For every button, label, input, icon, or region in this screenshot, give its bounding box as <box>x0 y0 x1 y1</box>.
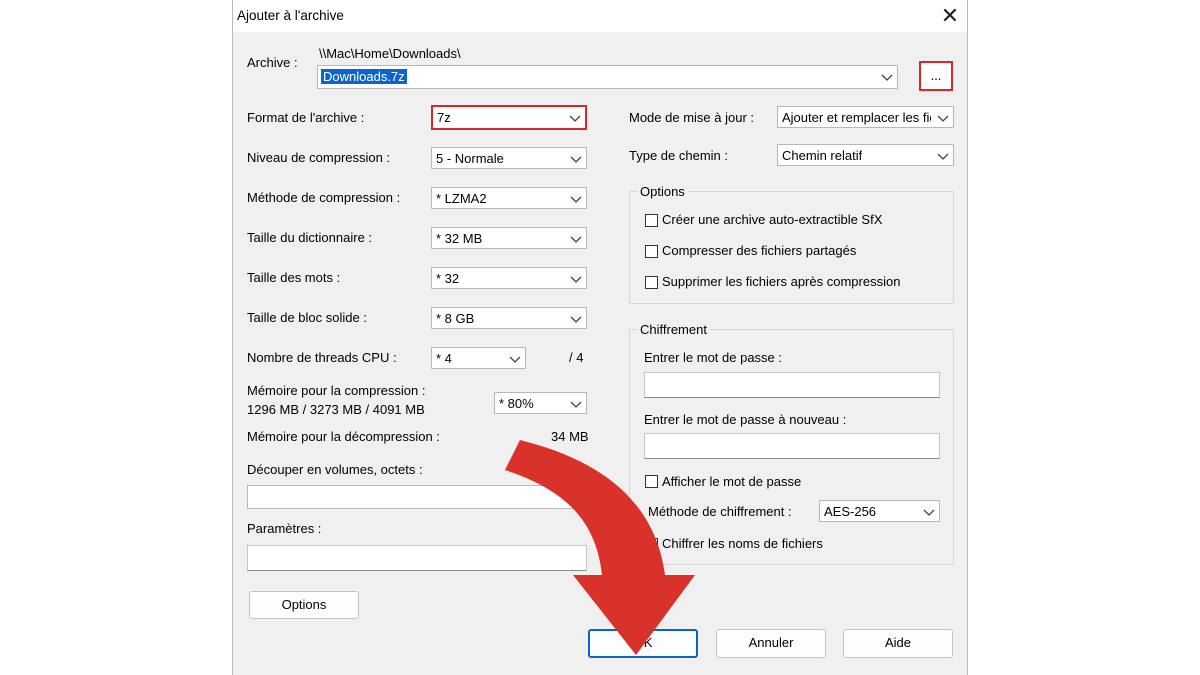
arrow-icon <box>505 440 695 655</box>
red-arrow-annotation <box>505 440 695 655</box>
